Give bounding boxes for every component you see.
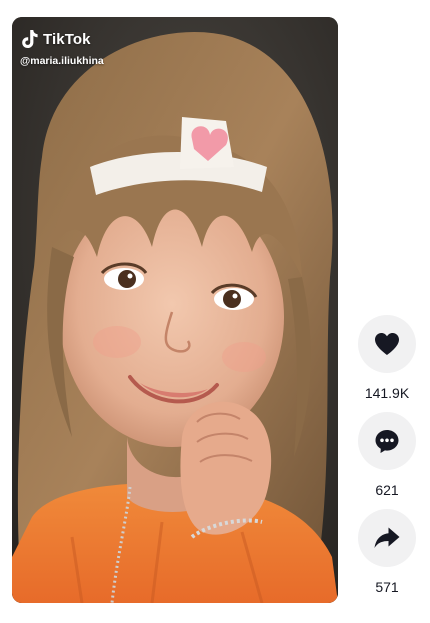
like-count: 141.9K (364, 385, 410, 401)
like-action: 141.9K (357, 315, 417, 401)
share-action: 571 (357, 509, 417, 595)
tiktok-brand[interactable]: TikTok (21, 29, 91, 49)
video-frame-photo (12, 17, 338, 603)
comment-bubble-icon (375, 430, 399, 453)
comment-count: 621 (375, 482, 399, 498)
comment-button[interactable] (358, 412, 416, 470)
share-arrow-icon (374, 527, 400, 548)
share-button[interactable] (358, 509, 416, 567)
tiktok-embed: TikTok @maria.iliukhina 141.9K 621 571 (0, 0, 430, 623)
share-count: 571 (375, 579, 399, 595)
video-player[interactable]: TikTok @maria.iliukhina (12, 17, 338, 603)
comment-action: 621 (357, 412, 417, 498)
action-bar: 141.9K 621 571 (357, 315, 417, 606)
tiktok-note-icon (22, 30, 38, 48)
brand-name: TikTok (43, 30, 91, 48)
author-handle[interactable]: @maria.iliukhina (20, 55, 104, 67)
like-button[interactable] (358, 315, 416, 373)
heart-icon (375, 333, 399, 355)
